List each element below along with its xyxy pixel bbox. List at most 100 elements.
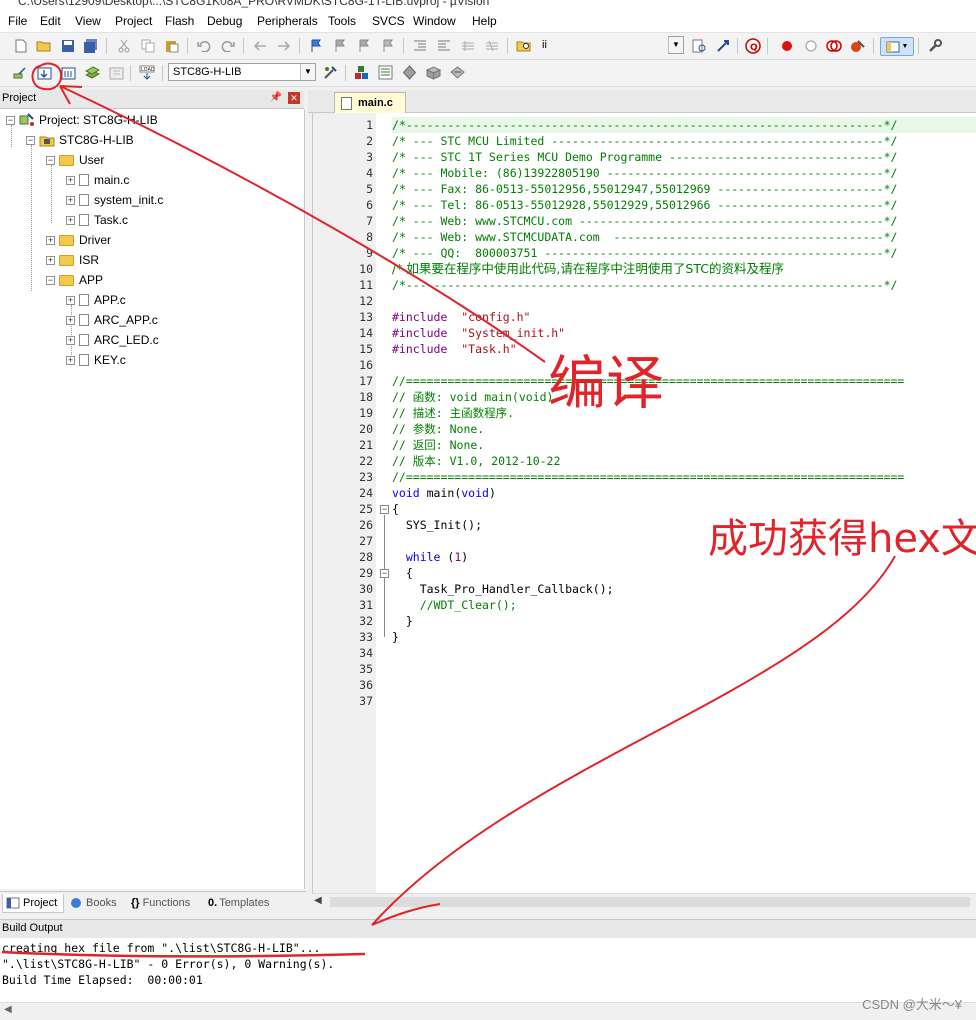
menu-file[interactable]: File <box>8 14 27 28</box>
translate-icon[interactable] <box>12 64 29 81</box>
cut-icon[interactable] <box>115 37 132 54</box>
menu-window[interactable]: Window <box>413 14 456 28</box>
find-icon[interactable] <box>714 37 731 54</box>
navigate-back-icon[interactable] <box>251 37 268 54</box>
disable-breakpoints-icon[interactable] <box>825 37 842 54</box>
file-label: system_init.c <box>94 193 164 207</box>
new-file-icon[interactable] <box>12 37 29 54</box>
tree-file-system-init-c[interactable]: + system_init.c <box>66 191 163 209</box>
indent-icon[interactable] <box>411 37 428 54</box>
pack-installer-icon[interactable] <box>425 64 442 81</box>
kill-breakpoints-icon[interactable] <box>849 37 866 54</box>
debug-session-icon[interactable]: Q <box>744 37 761 54</box>
menu-edit[interactable]: Edit <box>40 14 61 28</box>
fold-toggle-icon[interactable]: − <box>380 569 389 578</box>
expand-icon[interactable]: + <box>66 215 75 225</box>
tree-group-driver[interactable]: + Driver <box>46 231 111 249</box>
menu-project[interactable]: Project <box>115 14 152 28</box>
tree-file-app-c[interactable]: + APP.c <box>66 291 126 309</box>
unindent-icon[interactable] <box>435 37 452 54</box>
collapse-icon[interactable]: − <box>6 115 15 125</box>
pin-icon[interactable]: 📌 <box>270 92 282 103</box>
target-select[interactable]: STC8G-H-LIB ▼ <box>168 63 316 81</box>
tab-books[interactable]: Books <box>66 894 124 912</box>
expand-icon[interactable]: + <box>66 355 75 365</box>
save-all-icon[interactable] <box>82 37 99 54</box>
batch-build-icon[interactable] <box>84 64 101 81</box>
tree-file-task-c[interactable]: + Task.c <box>66 211 128 229</box>
line-number: 14 <box>359 326 373 340</box>
build-output-scrollbar[interactable]: ◀ <box>0 1002 976 1020</box>
menu-debug[interactable]: Debug <box>207 14 242 28</box>
menu-flash[interactable]: Flash <box>165 14 194 28</box>
code-editor[interactable]: 1 2 3 4 5 6 7 8 9 10 11 12 13 14 15 16 1… <box>312 113 976 893</box>
tree-file-key-c[interactable]: + KEY.c <box>66 351 126 369</box>
download-load-icon[interactable]: LOAD <box>138 64 155 81</box>
window-layout-button[interactable]: ▼ <box>880 37 914 56</box>
uncomment-icon[interactable] <box>483 37 500 54</box>
menu-view[interactable]: View <box>75 14 101 28</box>
tree-group-user[interactable]: − User <box>46 151 104 169</box>
clear-bookmarks-icon[interactable] <box>379 37 396 54</box>
project-panel-title: Project <box>2 92 37 104</box>
scroll-left-icon[interactable]: ◀ <box>314 895 322 906</box>
tab-main-c[interactable]: main.c <box>334 92 406 113</box>
incremental-find-icon[interactable] <box>690 37 707 54</box>
target-options-icon[interactable] <box>322 64 339 81</box>
tree-group-app[interactable]: − APP <box>46 271 103 289</box>
software-packs-icon[interactable] <box>449 64 466 81</box>
tab-project[interactable]: Project <box>2 894 64 913</box>
scroll-track[interactable] <box>330 897 970 907</box>
editor-horizontal-scrollbar[interactable]: ◀ <box>312 893 976 910</box>
expand-icon[interactable]: + <box>66 295 75 305</box>
tree-group-isr[interactable]: + ISR <box>46 251 99 269</box>
tree-target[interactable]: − STC8G-H-LIB <box>26 131 134 149</box>
next-bookmark-icon[interactable] <box>355 37 372 54</box>
collapse-icon[interactable]: − <box>26 135 35 145</box>
menu-svcs[interactable]: SVCS <box>372 14 405 28</box>
find-in-files-icon[interactable] <box>515 37 532 54</box>
build-output-panel[interactable]: creating hex file from ".\list\STC8G-H-L… <box>0 938 976 1002</box>
breakpoint-icon[interactable] <box>778 37 795 54</box>
open-file-icon[interactable] <box>35 37 52 54</box>
scroll-left-icon[interactable]: ◀ <box>4 1004 12 1015</box>
configure-wrench-icon[interactable] <box>926 37 943 54</box>
find-dropdown[interactable]: ▼ <box>668 36 684 54</box>
redo-icon[interactable] <box>219 37 236 54</box>
prev-bookmark-icon[interactable] <box>331 37 348 54</box>
tree-project-root[interactable]: − Project: STC8G-H-LIB <box>6 111 158 129</box>
enable-breakpoint-icon[interactable] <box>802 37 819 54</box>
file-extensions-icon[interactable] <box>377 64 394 81</box>
expand-icon[interactable]: + <box>66 335 75 345</box>
tab-functions[interactable]: {} Functions <box>128 894 202 912</box>
menu-help[interactable]: Help <box>472 14 497 28</box>
tree-file-arc-app-c[interactable]: + ARC_APP.c <box>66 311 158 329</box>
save-icon[interactable] <box>59 37 76 54</box>
fold-toggle-icon[interactable]: − <box>380 505 389 514</box>
navigate-forward-icon[interactable] <box>275 37 292 54</box>
tree-file-main-c[interactable]: + main.c <box>66 171 129 189</box>
find-value[interactable]: ii <box>542 39 547 51</box>
expand-icon[interactable]: + <box>46 255 55 265</box>
tab-templates[interactable]: 0. Templates <box>206 894 284 912</box>
collapse-icon[interactable]: − <box>46 275 55 285</box>
select-packs-icon[interactable] <box>401 64 418 81</box>
collapse-icon[interactable]: − <box>46 155 55 165</box>
rebuild-icon[interactable] <box>60 64 77 81</box>
bookmark-icon[interactable] <box>307 37 324 54</box>
copy-icon[interactable] <box>139 37 156 54</box>
menu-tools[interactable]: Tools <box>328 14 356 28</box>
expand-icon[interactable]: + <box>66 315 75 325</box>
menu-peripherals[interactable]: Peripherals <box>257 14 318 28</box>
build-icon[interactable] <box>36 64 53 81</box>
expand-icon[interactable]: + <box>66 175 75 185</box>
undo-icon[interactable] <box>195 37 212 54</box>
expand-icon[interactable]: + <box>46 235 55 245</box>
stop-build-icon[interactable] <box>108 64 125 81</box>
expand-icon[interactable]: + <box>66 195 75 205</box>
manage-components-icon[interactable] <box>353 64 370 81</box>
comment-icon[interactable] <box>459 37 476 54</box>
paste-icon[interactable] <box>163 37 180 54</box>
close-icon[interactable]: ✕ <box>288 92 300 104</box>
tree-file-arc-led-c[interactable]: + ARC_LED.c <box>66 331 159 349</box>
